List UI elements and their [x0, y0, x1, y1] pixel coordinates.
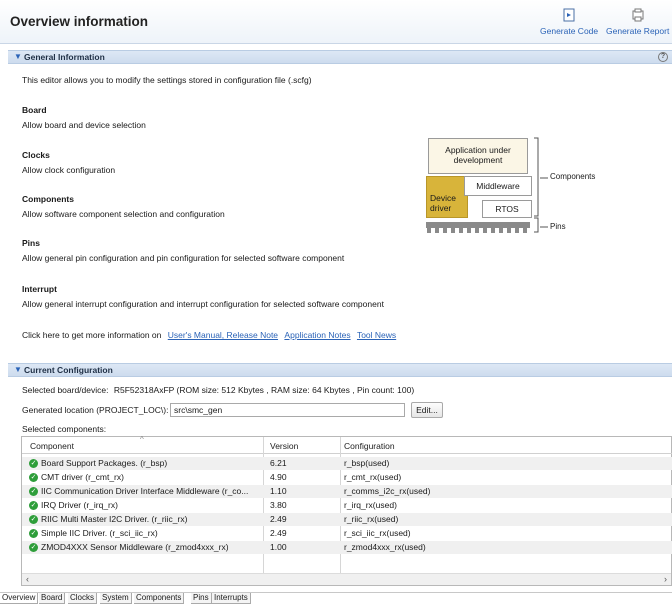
- horizontal-scrollbar[interactable]: ‹ ›: [22, 573, 671, 585]
- more-info-line: Click here to get more information on Us…: [22, 330, 396, 340]
- diagram-brackets: [426, 137, 548, 233]
- check-circle-icon: ✓: [29, 515, 38, 524]
- clocks-description: Allow clock configuration: [22, 165, 116, 175]
- board-device-label: Selected board/device:: [22, 385, 109, 395]
- column-header-version[interactable]: Version: [270, 441, 298, 451]
- collapse-triangle-icon[interactable]: ▼: [14, 365, 22, 374]
- components-table: Component ^ Version Configuration ✓ Boar…: [21, 435, 672, 586]
- diagram-pins-label: Pins: [550, 222, 566, 231]
- components-description: Allow software component selection and c…: [22, 209, 225, 219]
- tab-interrupts[interactable]: Interrupts: [212, 593, 251, 604]
- generate-code-icon: [540, 8, 598, 24]
- scroll-right-icon[interactable]: ›: [664, 574, 667, 584]
- components-heading: Components: [22, 194, 74, 204]
- interrupt-description: Allow general interrupt configuration an…: [22, 299, 384, 309]
- help-icon[interactable]: ?: [658, 52, 668, 62]
- tab-pins[interactable]: Pins: [191, 593, 212, 604]
- scroll-left-icon[interactable]: ‹: [26, 574, 29, 584]
- check-circle-icon: ✓: [29, 529, 38, 538]
- tab-system[interactable]: System: [100, 593, 132, 604]
- architecture-diagram: Application under development Device dri…: [424, 136, 624, 246]
- column-header-component[interactable]: Component: [30, 441, 74, 451]
- board-heading: Board: [22, 105, 47, 115]
- sort-indicator-icon: ^: [140, 435, 144, 444]
- application-notes-link[interactable]: Application Notes: [284, 330, 350, 340]
- editor-header: Overview information Generate Code Gener…: [0, 0, 672, 44]
- intro-text: This editor allows you to modify the set…: [22, 75, 312, 85]
- generate-code-label: Generate Code: [540, 26, 599, 36]
- table-row[interactable]: ✓ IIC Communication Driver Interface Mid…: [22, 485, 672, 498]
- check-circle-icon: ✓: [29, 459, 38, 468]
- generate-report-label: Generate Report: [606, 26, 670, 36]
- check-circle-icon: ✓: [29, 543, 38, 552]
- generate-code-button[interactable]: Generate Code: [540, 8, 598, 36]
- tab-clocks[interactable]: Clocks: [68, 593, 98, 604]
- page-title: Overview information: [10, 14, 149, 29]
- check-circle-icon: ✓: [29, 473, 38, 482]
- generate-report-icon: [606, 8, 669, 24]
- generated-location-label: Generated location (PROJECT_LOC\):: [22, 405, 169, 415]
- general-information-section-header[interactable]: ▼ General Information ?: [8, 50, 672, 64]
- table-row[interactable]: ✓ ZMOD4XXX Sensor Middleware (r_zmod4xxx…: [22, 541, 672, 554]
- diagram-components-label: Components: [550, 172, 596, 181]
- pins-heading: Pins: [22, 238, 40, 248]
- table-row[interactable]: ✓ CMT driver (r_cmt_rx) 4.90 r_cmt_rx(us…: [22, 471, 672, 484]
- column-header-configuration[interactable]: Configuration: [344, 441, 395, 451]
- current-configuration-section-header[interactable]: ▼ Current Configuration: [8, 363, 672, 377]
- selected-components-label: Selected components:: [22, 424, 107, 434]
- users-manual-link[interactable]: User's Manual, Release Note: [168, 330, 278, 340]
- tab-components[interactable]: Components: [134, 593, 185, 604]
- table-header: Component ^ Version Configuration: [22, 435, 672, 454]
- tab-board[interactable]: Board: [39, 593, 66, 604]
- board-description: Allow board and device selection: [22, 120, 146, 130]
- table-row[interactable]: ✓ RIIC Multi Master I2C Driver. (r_riic_…: [22, 513, 672, 526]
- table-row[interactable]: ✓ IRQ Driver (r_irq_rx) 3.80 r_irq_rx(us…: [22, 499, 672, 512]
- table-row[interactable]: ✓ Board Support Packages. (r_bsp) 6.21 r…: [22, 457, 672, 470]
- pins-description: Allow general pin configuration and pin …: [22, 253, 345, 263]
- clocks-heading: Clocks: [22, 150, 50, 160]
- interrupt-heading: Interrupt: [22, 284, 57, 294]
- board-device-value: R5F52318AxFP (ROM size: 512 Kbytes , RAM…: [113, 385, 415, 395]
- table-row[interactable]: ✓ Simple IIC Driver. (r_sci_iic_rx) 2.49…: [22, 527, 672, 540]
- generate-report-button[interactable]: Generate Report: [606, 8, 669, 36]
- editor-tabs: Overview Board Clocks System Components …: [0, 592, 672, 604]
- board-device-line: Selected board/device: R5F52318AxFP (ROM…: [22, 385, 414, 395]
- edit-location-button[interactable]: Edit...: [411, 402, 443, 418]
- collapse-triangle-icon[interactable]: ▼: [14, 52, 22, 61]
- tab-overview[interactable]: Overview: [0, 593, 39, 604]
- tool-news-link[interactable]: Tool News: [357, 330, 396, 340]
- check-circle-icon: ✓: [29, 501, 38, 510]
- check-circle-icon: ✓: [29, 487, 38, 496]
- generated-location-field[interactable]: src\smc_gen: [170, 403, 405, 417]
- more-info-text: Click here to get more information on: [22, 330, 162, 340]
